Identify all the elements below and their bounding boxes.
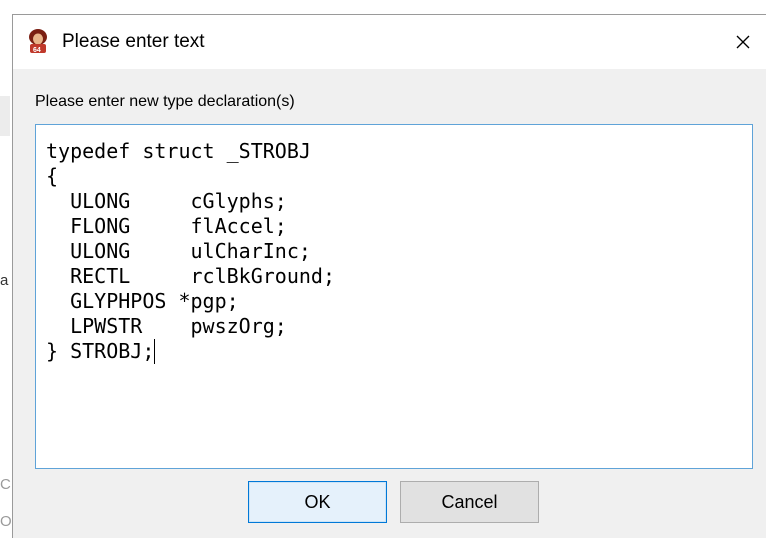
close-button[interactable] (720, 15, 766, 69)
editor-line: ULONG ulCharInc; (46, 239, 311, 263)
editor-line: typedef struct _STROBJ (46, 139, 311, 163)
dialog-title: Please enter text (62, 31, 205, 52)
background-text-fragment: O (0, 513, 12, 530)
background-text-fragment: a (0, 272, 9, 289)
editor-line: FLONG flAccel; (46, 214, 287, 238)
editor-line: } STROBJ; (46, 339, 155, 363)
editor-line: GLYPHPOS *pgp; (46, 289, 239, 313)
editor-line: { (46, 164, 59, 188)
editor-line: RECTL rclBkGround; (46, 264, 335, 288)
ok-button[interactable]: OK (248, 481, 387, 523)
app-icon: 64 (29, 29, 47, 54)
text-caret (154, 339, 156, 364)
editor-line: LPWSTR pwszOrg; (46, 314, 287, 338)
close-icon (736, 35, 750, 49)
background-text-fragment: C (0, 476, 11, 493)
editor-line: ULONG cGlyphs; (46, 189, 287, 213)
cancel-button[interactable]: Cancel (400, 481, 539, 523)
svg-text:64: 64 (33, 47, 41, 54)
dialog-titlebar[interactable]: 64 Please enter text (13, 15, 766, 69)
type-declaration-textarea[interactable]: typedef struct _STROBJ{ ULONG cGlyphs; F… (35, 124, 753, 469)
background-panel-strip (0, 96, 10, 136)
editor-last-line: } STROBJ; (46, 339, 742, 364)
enter-text-dialog: 64 Please enter text Please enter new ty… (12, 14, 766, 538)
prompt-label: Please enter new type declaration(s) (35, 93, 295, 110)
